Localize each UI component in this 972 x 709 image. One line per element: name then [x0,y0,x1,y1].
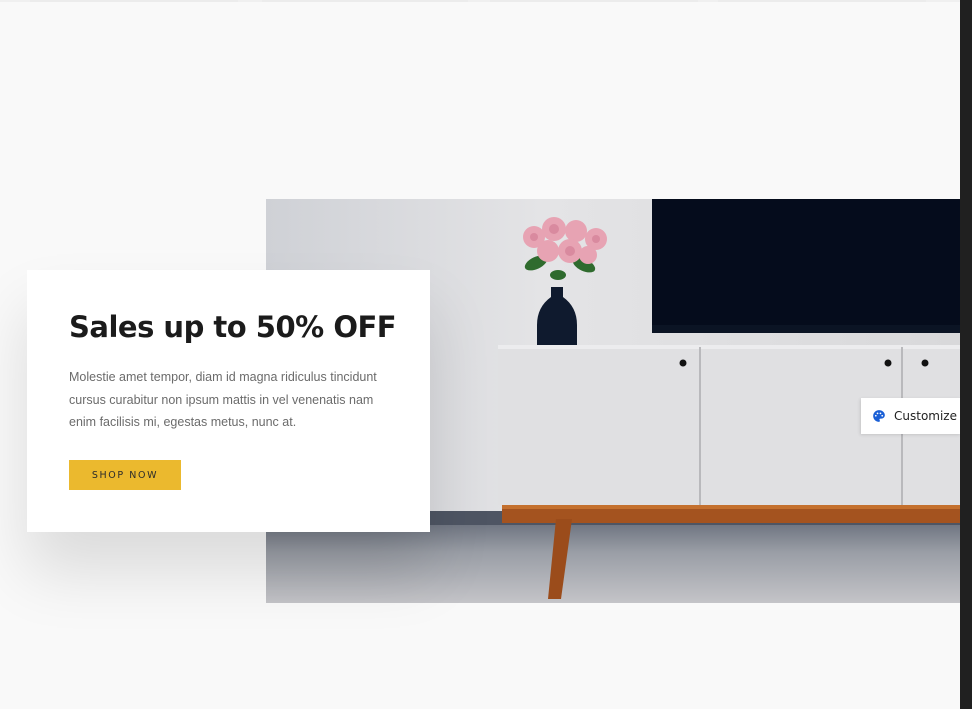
customize-label: Customize [894,409,957,423]
promo-title: Sales up to 50% OFF [69,310,397,344]
top-divider [0,0,960,2]
shop-now-button[interactable]: SHOP NOW [69,460,181,490]
palette-icon [872,409,886,423]
window-edge [960,0,972,709]
customize-button[interactable]: Customize [861,398,961,434]
promo-card: Sales up to 50% OFF Molestie amet tempor… [27,270,430,532]
promo-description: Molestie amet tempor, diam id magna ridi… [69,370,377,429]
